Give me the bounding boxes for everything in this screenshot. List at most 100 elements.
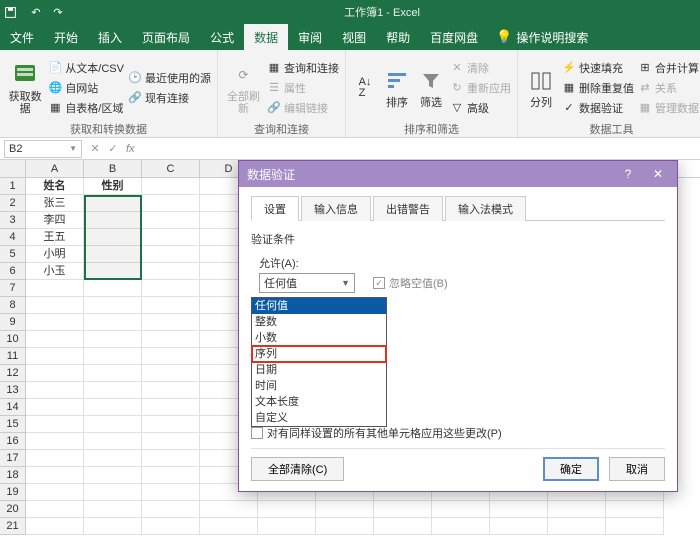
tab-settings[interactable]: 设置 [251,196,299,221]
option-any[interactable]: 任何值 [252,298,386,314]
cell[interactable] [200,501,258,518]
row-header[interactable]: 14 [0,399,26,416]
data-validation-button[interactable]: ✓数据验证 [562,99,634,117]
cancel-icon[interactable]: ✕ [86,142,104,155]
sort-az-button[interactable]: A↓Z [352,54,378,121]
row-header[interactable]: 8 [0,297,26,314]
cell[interactable] [26,331,84,348]
cell[interactable] [84,348,142,365]
cell[interactable] [142,263,200,280]
cell[interactable] [142,467,200,484]
cell[interactable] [84,314,142,331]
from-text-button[interactable]: 📄从文本/CSV [48,59,124,77]
row-header[interactable]: 4 [0,229,26,246]
cell[interactable]: 性别 [84,178,142,195]
cell[interactable] [26,297,84,314]
cell[interactable] [142,450,200,467]
option-date[interactable]: 日期 [252,362,386,378]
clear-all-button[interactable]: 全部清除(C) [251,457,344,481]
save-icon[interactable] [4,6,24,19]
cell[interactable] [26,382,84,399]
consolidate-button[interactable]: ⊞合并计算 [638,59,699,77]
cell[interactable] [142,382,200,399]
cell[interactable] [142,484,200,501]
option-custom[interactable]: 自定义 [252,410,386,426]
cell[interactable] [26,280,84,297]
cell[interactable] [142,297,200,314]
row-header[interactable]: 7 [0,280,26,297]
cell[interactable] [316,518,374,535]
tab-layout[interactable]: 页面布局 [132,24,200,50]
queries-button[interactable]: ▦查询和连接 [267,59,339,77]
cell[interactable] [84,518,142,535]
row-header[interactable]: 18 [0,467,26,484]
cell[interactable] [26,518,84,535]
cell[interactable] [142,501,200,518]
cell[interactable] [142,229,200,246]
text-to-columns-button[interactable]: 分列 [524,54,558,121]
cell[interactable] [84,467,142,484]
apply-all-checkbox[interactable]: 对有同样设置的所有其他单元格应用这些更改(P) [251,425,665,441]
cell[interactable] [142,348,200,365]
tab-error-alert[interactable]: 出错警告 [373,196,443,221]
option-int[interactable]: 整数 [252,314,386,330]
redo-icon[interactable]: ↷ [48,6,68,19]
col-header[interactable]: C [142,160,200,177]
row-header[interactable]: 19 [0,484,26,501]
row-header[interactable]: 3 [0,212,26,229]
cell[interactable] [142,246,200,263]
refresh-button[interactable]: ⟳ 全部刷新 [224,54,263,121]
row-header[interactable]: 10 [0,331,26,348]
cell[interactable] [490,501,548,518]
cell[interactable] [142,331,200,348]
cell[interactable] [374,518,432,535]
tell-me[interactable]: 💡操作说明搜索 [488,24,596,50]
filter-button[interactable]: 筛选 [416,54,446,121]
confirm-icon[interactable]: ✓ [104,142,122,155]
cell[interactable] [374,501,432,518]
cell[interactable] [142,399,200,416]
get-data-button[interactable]: 获取数 据 [6,54,44,121]
row-header[interactable]: 20 [0,501,26,518]
row-header[interactable]: 12 [0,365,26,382]
advanced-button[interactable]: ▽高级 [450,99,511,117]
flash-fill-button[interactable]: ⚡快速填充 [562,59,634,77]
cell[interactable] [142,212,200,229]
row-header[interactable]: 15 [0,416,26,433]
cell[interactable] [432,518,490,535]
tab-home[interactable]: 开始 [44,24,88,50]
row-header[interactable]: 11 [0,348,26,365]
tab-data[interactable]: 数据 [244,24,288,50]
cell[interactable] [84,484,142,501]
option-list[interactable]: 序列 [252,346,386,362]
cell[interactable] [26,433,84,450]
cell[interactable] [316,501,374,518]
cell[interactable] [142,365,200,382]
cell[interactable] [548,501,606,518]
cell[interactable] [26,348,84,365]
cell[interactable]: 张三 [26,195,84,212]
cell[interactable] [142,314,200,331]
ok-button[interactable]: 确定 [543,457,599,481]
cell[interactable] [84,416,142,433]
cell[interactable] [26,484,84,501]
cell[interactable]: 李四 [26,212,84,229]
select-all-corner[interactable] [0,160,26,177]
row-header[interactable]: 2 [0,195,26,212]
cell[interactable] [258,518,316,535]
option-time[interactable]: 时间 [252,378,386,394]
col-header[interactable]: B [84,160,142,177]
cell[interactable] [258,501,316,518]
cell[interactable] [84,450,142,467]
cell[interactable] [26,314,84,331]
cell[interactable] [490,518,548,535]
cell[interactable]: 姓名 [26,178,84,195]
undo-icon[interactable]: ↶ [26,6,46,19]
row-header[interactable]: 17 [0,450,26,467]
cell[interactable] [84,280,142,297]
dialog-titlebar[interactable]: 数据验证 ? ✕ [239,161,677,187]
cell[interactable]: 小明 [26,246,84,263]
col-header[interactable]: A [26,160,84,177]
tab-file[interactable]: 文件 [0,24,44,50]
cell[interactable] [26,450,84,467]
